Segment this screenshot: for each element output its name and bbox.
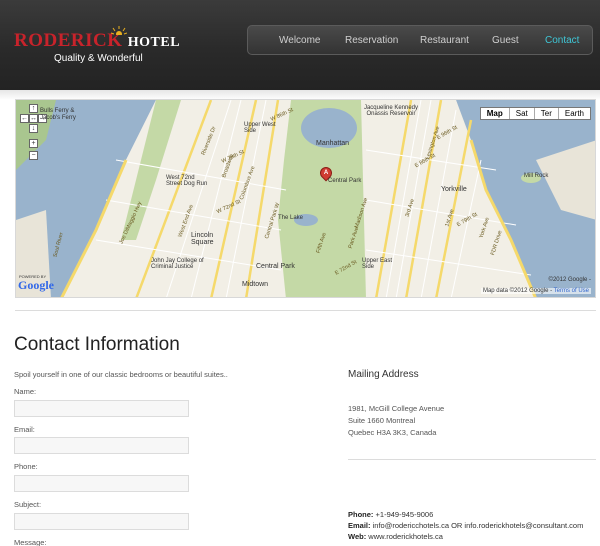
pan-left-icon[interactable]: ← [20,114,29,123]
divider [15,310,596,311]
map-label: Yorkville [441,186,467,193]
map-label: Upper East Side [362,258,393,270]
pan-down-icon[interactable]: ↓ [29,124,38,133]
email-info-label: Email: [348,521,371,530]
map-type-earth[interactable]: Earth [557,108,590,119]
map-label: Upper West Side [244,122,276,134]
main-nav: Welcome Reservation Restaurant Guest Con… [247,25,593,55]
nav-contact[interactable]: Contact [545,35,579,46]
google-map[interactable]: ↑ ← ↔ → ↓ + − Map Sat Ter Earth A Bulls … [15,99,596,298]
web-info: Web: www.roderickhotels.ca [348,532,443,541]
name-field[interactable] [14,400,189,417]
name-label: Name: [14,387,37,396]
map-label: Jacqueline Kennedy Onassis Reservoir [363,105,419,117]
email-address-link[interactable]: info@rodericchotels.ca OR info.roderickh… [373,521,584,530]
map-label: Bulls Ferry & [40,108,75,114]
pan-center-icon[interactable]: ↔ [29,114,38,123]
map-type-ter[interactable]: Ter [533,108,558,119]
nav-restaurant[interactable]: Restaurant [420,35,469,46]
subject-label: Subject: [14,500,42,509]
map-label: The Lake [278,215,304,221]
map-type-map[interactable]: Map [481,108,509,119]
phone-label: Phone: [14,462,38,471]
logo-brand-red: RODERICK [14,30,123,51]
google-logo-text: Google [18,278,54,292]
map-copyright: ©2012 Google - [548,277,591,283]
map-label: Central Park [328,178,362,184]
subject-field[interactable] [14,513,189,530]
zoom-in-icon[interactable]: + [29,139,38,148]
map-data-credit: Map data ©2012 Google - Terms of Use [480,288,591,294]
intro-text: Spoil yourself in one of our classic bed… [14,370,228,379]
map-label: Lincoln Square [191,232,214,246]
logo-tagline: Quality & Wonderful [54,53,143,64]
phone-info-label: Phone: [348,510,374,519]
site-header: RODERICK HOTEL Quality & Wonderful Welco… [0,0,600,90]
zoom-out-icon[interactable]: − [29,151,38,160]
divider [348,459,596,460]
marker-letter: A [323,170,329,176]
map-label: John Jay College of Criminal Justice [151,258,204,270]
google-logo[interactable]: Google [18,278,54,293]
map-tiles [16,100,595,297]
map-data-text: Map data ©2012 Google - [482,288,553,294]
hotel-logo[interactable]: RODERICK HOTEL Quality & Wonderful [14,30,180,64]
website-link[interactable]: www.roderickhotels.ca [368,532,443,541]
map-type-sat[interactable]: Sat [508,108,534,119]
map-label: Manhattan [316,140,350,147]
map-label: Midtown [242,281,269,288]
nav-guest[interactable]: Guest [492,35,519,46]
web-info-label: Web: [348,532,367,541]
address-line-3: Quebec H3A 3K3, Canada [348,428,437,437]
map-label: Central Park [256,263,295,270]
message-label: Message: [14,538,47,546]
address-line-2: Suite 1660 Montreal [348,416,416,425]
map-label: West 72nd Street Dog Run [166,175,208,187]
logo-text: RODERICK HOTEL [14,30,180,52]
email-field[interactable] [14,437,189,454]
mailing-address-title: Mailing Address [348,369,419,380]
map-label: Jacob's Ferry [40,115,76,121]
address-line-1: 1981, McGill College Avenue [348,404,445,413]
email-info: Email: info@rodericchotels.ca OR info.ro… [348,521,583,530]
phone-number: +1-949-945-9006 [375,510,434,519]
phone-info: Phone: +1-949-945-9006 [348,510,433,519]
logo-brand-white: HOTEL [127,35,181,50]
email-label: Email: [14,425,35,434]
map-type-selector: Map Sat Ter Earth [479,107,591,120]
sun-icon [111,26,127,35]
pan-up-icon[interactable]: ↑ [29,104,38,113]
map-label: Mill Rock [524,173,549,179]
nav-reservation[interactable]: Reservation [345,35,398,46]
terms-of-use-link[interactable]: Terms of Use [554,288,589,294]
nav-welcome[interactable]: Welcome [279,35,321,46]
phone-field[interactable] [14,475,189,492]
page-title: Contact Information [14,334,180,355]
